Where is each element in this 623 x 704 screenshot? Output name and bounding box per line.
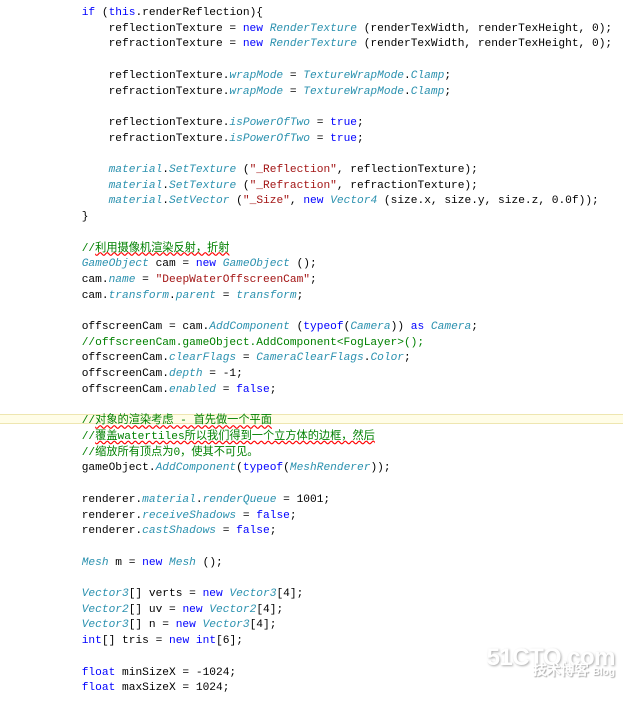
code-line: renderer.material.renderQueue = 1001; [28,493,623,509]
code-lines: if (this.renderReflection){ reflectionTe… [28,6,623,697]
code-line: renderer.castShadows = false; [28,524,623,540]
code-line: float maxSizeX = 1024; [28,681,623,697]
code-line: refractionTexture.isPowerOfTwo = true; [28,132,623,148]
code-line: //利用摄像机渲染反射，折射 [28,242,623,258]
code-line: renderer.receiveShadows = false; [28,509,623,525]
code-line: if (this.renderReflection){ [28,6,623,22]
code-line: Vector2[] uv = new Vector2[4]; [28,603,623,619]
code-line: //对象的渲染考虑 - 首先做一个平面 [28,414,623,430]
code-line [28,477,623,493]
code-line [28,147,623,163]
code-line: gameObject.AddComponent(typeof(MeshRende… [28,461,623,477]
code-line: cam.name = "DeepWaterOffscreenCam"; [28,273,623,289]
code-line: } [28,210,623,226]
code-line [28,226,623,242]
code-line [28,53,623,69]
watermark: 51CTO.com 技术博客Blog [487,650,615,681]
code-line: cam.transform.parent = transform; [28,289,623,305]
code-line: //覆盖watertiles所以我们得到一个立方体的边框，然后 [28,430,623,446]
code-line [28,304,623,320]
code-line: //缩放所有顶点为0，使其不可见。 [28,446,623,462]
code-line: material.SetVector ("_Size", new Vector4… [28,194,623,210]
code-line: reflectionTexture.wrapMode = TextureWrap… [28,69,623,85]
code-line [28,571,623,587]
code-line [28,399,623,415]
code-line: material.SetTexture ("_Refraction", refr… [28,179,623,195]
code-line: refractionTexture = new RenderTexture (r… [28,37,623,53]
code-line: material.SetTexture ("_Reflection", refl… [28,163,623,179]
code-line: offscreenCam = cam.AddComponent (typeof(… [28,320,623,336]
code-line: refractionTexture.wrapMode = TextureWrap… [28,85,623,101]
code-line: Vector3[] n = new Vector3[4]; [28,618,623,634]
code-line: offscreenCam.clearFlags = CameraClearFla… [28,351,623,367]
code-line: offscreenCam.depth = -1; [28,367,623,383]
code-line: reflectionTexture = new RenderTexture (r… [28,22,623,38]
code-line [28,540,623,556]
code-line: reflectionTexture.isPowerOfTwo = true; [28,116,623,132]
code-line: GameObject cam = new GameObject (); [28,257,623,273]
code-line: Vector3[] verts = new Vector3[4]; [28,587,623,603]
code-line: //offscreenCam.gameObject.AddComponent<F… [28,336,623,352]
code-line: offscreenCam.enabled = false; [28,383,623,399]
code-block: if (this.renderReflection){ reflectionTe… [0,0,623,703]
code-line: Mesh m = new Mesh (); [28,556,623,572]
code-line [28,100,623,116]
